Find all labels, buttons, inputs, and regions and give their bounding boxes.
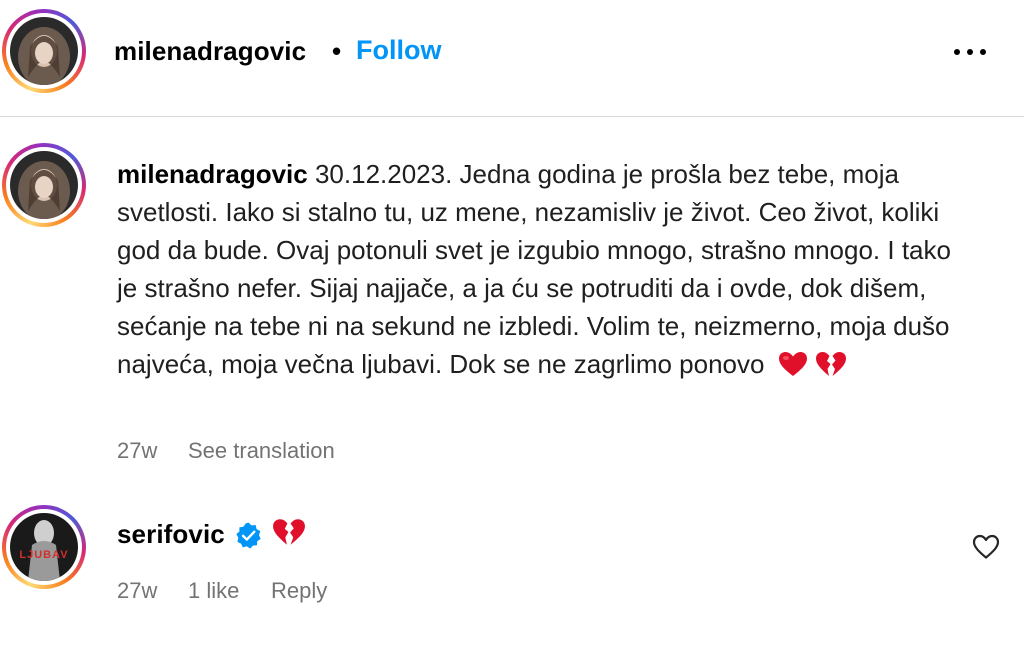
broken-heart-icon — [273, 519, 305, 545]
reply-button[interactable]: Reply — [271, 578, 327, 604]
divider — [0, 116, 1024, 117]
like-heart-icon[interactable] — [972, 534, 1000, 560]
header-username[interactable]: milenadragovic — [114, 36, 306, 67]
separator-dot: • — [332, 36, 342, 66]
caption-username[interactable]: milenadragovic — [117, 159, 308, 189]
comment-avatar[interactable]: LJUBAV — [2, 505, 86, 589]
caption-body: 30.12.2023. Jedna godina je prošla bez t… — [117, 159, 951, 379]
comment-profile-photo: LJUBAV — [10, 513, 78, 581]
caption-avatar[interactable] — [2, 143, 86, 227]
caption-emojis — [778, 349, 847, 387]
red-heart-icon — [778, 352, 807, 376]
more-options-icon[interactable] — [950, 34, 990, 64]
caption-age[interactable]: 27w — [117, 438, 157, 464]
broken-heart-icon — [815, 352, 846, 376]
avatar[interactable] — [2, 9, 86, 93]
comment-age[interactable]: 27w — [117, 578, 157, 604]
see-translation-button[interactable]: See translation — [188, 438, 335, 464]
svg-text:LJUBAV: LJUBAV — [19, 549, 68, 561]
verified-badge-icon — [236, 522, 261, 549]
profile-photo — [10, 151, 78, 219]
profile-photo — [10, 17, 78, 85]
caption-text: milenadragovic 30.12.2023. Jedna godina … — [117, 155, 957, 387]
comment-likes[interactable]: 1 like — [188, 578, 239, 604]
follow-button[interactable]: Follow — [356, 35, 441, 66]
comment-username[interactable]: serifovic — [117, 519, 225, 550]
post-header: milenadragovic • Follow — [0, 0, 1024, 106]
